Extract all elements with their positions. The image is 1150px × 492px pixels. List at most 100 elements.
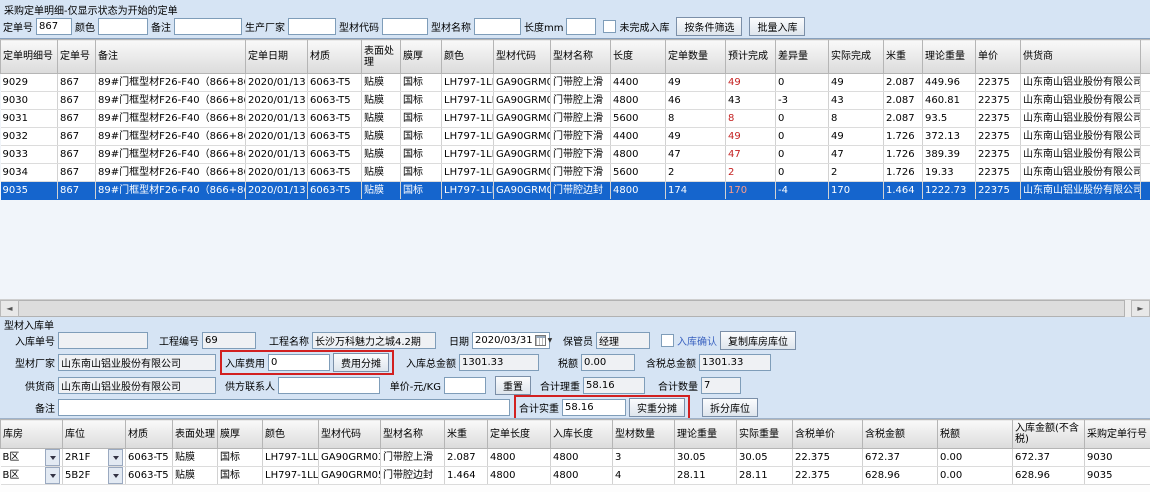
scroll-left-icon[interactable]: ◄ [0, 300, 19, 317]
copy-warehouse-location-button[interactable]: 复制库房库位 [720, 331, 796, 350]
cell: 贴膜 [362, 128, 401, 146]
split-location-button[interactable]: 拆分库位 [702, 398, 758, 417]
fee-input[interactable] [268, 354, 330, 371]
column-header[interactable]: 米重 [884, 40, 923, 74]
column-header[interactable]: 预计完成 [726, 40, 776, 74]
column-header[interactable]: 理论重量 [675, 420, 737, 449]
column-header[interactable]: 理论重量 [923, 40, 976, 74]
column-header[interactable]: 米重 [445, 420, 488, 449]
order-row[interactable]: 903186789#门框型材F26-F40（866+867）2020/01/13… [1, 110, 1150, 128]
column-header[interactable]: 定单日期 [246, 40, 308, 74]
column-header[interactable]: 采购定单行号 [1085, 420, 1150, 449]
order-row[interactable]: 903286789#门框型材F26-F40（866+867）2020/01/13… [1, 128, 1150, 146]
column-header[interactable]: 实际重量 [737, 420, 793, 449]
cell: 672.37 [863, 449, 938, 467]
remark-input[interactable] [174, 18, 242, 35]
dropdown-arrow-icon[interactable] [45, 467, 60, 484]
order-row[interactable]: 903086789#门框型材F26-F40（866+867）2020/01/13… [1, 92, 1150, 110]
column-header[interactable]: 差异量 [776, 40, 829, 74]
column-header[interactable]: 供货商 [1021, 40, 1141, 74]
fee-share-button[interactable]: 费用分摊 [333, 353, 389, 372]
column-header[interactable]: 定单明细号 [1, 40, 58, 74]
column-header[interactable]: 含税单价 [793, 420, 863, 449]
column-header[interactable]: 型材名称 [381, 420, 445, 449]
batch-inbound-button[interactable]: 批量入库 [749, 17, 805, 36]
horizontal-scrollbar[interactable]: ◄ ► [0, 299, 1150, 317]
cell: 9032 [1, 128, 58, 146]
theory-weight-field[interactable] [583, 377, 645, 394]
cell: 22375 [976, 110, 1021, 128]
color-input[interactable] [98, 18, 148, 35]
project-name-field[interactable] [312, 332, 436, 349]
note-input[interactable] [58, 399, 510, 416]
supplier-field[interactable] [58, 377, 216, 394]
column-header[interactable]: 颜色 [442, 40, 494, 74]
unfinished-checkbox[interactable] [603, 20, 616, 33]
column-header[interactable]: 颜色 [263, 420, 319, 449]
column-header[interactable]: 税额 [938, 420, 1013, 449]
filter-by-condition-button[interactable]: 按条件筛选 [676, 17, 742, 36]
manufacturer-input[interactable] [288, 18, 336, 35]
cell [1141, 146, 1150, 164]
total-amount-field[interactable] [459, 354, 539, 371]
dropdown-arrow-icon[interactable] [108, 449, 123, 466]
inbound-row[interactable]: B区2R1F6063-T5贴膜国标LH797-1LL0GA90GRM03门带腔上… [1, 449, 1150, 467]
column-header[interactable]: 入库长度 [551, 420, 613, 449]
column-header[interactable]: 含税金额 [863, 420, 938, 449]
order-row[interactable]: 903486789#门框型材F26-F40（866+867）2020/01/13… [1, 164, 1150, 182]
column-header[interactable]: 长度 [611, 40, 666, 74]
column-header[interactable]: 型材代码 [319, 420, 381, 449]
order-row[interactable]: 903386789#门框型材F26-F40（866+867）2020/01/13… [1, 146, 1150, 164]
column-header[interactable]: 实际完成 [829, 40, 884, 74]
inbound-no-field[interactable] [58, 332, 148, 349]
scrollbar-thumb[interactable] [19, 300, 1125, 317]
column-header[interactable]: 材质 [308, 40, 362, 74]
cell: 2020/01/13 [246, 128, 308, 146]
unit-price-input[interactable] [444, 377, 486, 394]
scroll-right-icon[interactable]: ► [1131, 300, 1150, 317]
date-picker[interactable]: 2020/03/31 ▼ [472, 332, 550, 349]
factory-field[interactable] [58, 354, 216, 371]
column-header[interactable]: 定单号 [58, 40, 96, 74]
column-header[interactable]: 库位 [63, 420, 126, 449]
column-header[interactable]: 膜厚 [218, 420, 263, 449]
column-header[interactable]: 膜厚 [401, 40, 442, 74]
dropdown-arrow-icon[interactable] [45, 449, 60, 466]
order-row[interactable]: 903586789#门框型材F26-F40（866+867）2020/01/13… [1, 182, 1150, 200]
column-header[interactable]: 型材数量 [613, 420, 675, 449]
column-header[interactable]: 表面处理 [362, 40, 401, 74]
project-no-field[interactable] [202, 332, 256, 349]
column-header[interactable]: 型材名称 [551, 40, 611, 74]
length-input[interactable] [566, 18, 596, 35]
contact-input[interactable] [278, 377, 380, 394]
reset-button[interactable]: 重置 [495, 376, 531, 395]
tax-field[interactable] [581, 354, 635, 371]
column-header[interactable]: 型材代码 [494, 40, 551, 74]
actual-weight-input[interactable] [562, 399, 626, 416]
order-no-input[interactable] [36, 18, 72, 35]
cell: GA90GRM04 [494, 128, 551, 146]
column-header[interactable]: 材质 [126, 420, 173, 449]
order-row[interactable]: 902986789#门框型材F26-F40（866+867）2020/01/13… [1, 74, 1150, 92]
total-with-tax-field[interactable] [699, 354, 771, 371]
column-header[interactable]: 定单数量 [666, 40, 726, 74]
date-dropdown-arrow-icon[interactable]: ▼ [548, 337, 553, 344]
column-header[interactable]: 单价 [976, 40, 1021, 74]
dropdown-arrow-icon[interactable] [108, 467, 123, 484]
column-header[interactable] [1141, 40, 1150, 74]
actual-weight-share-button[interactable]: 实重分摊 [629, 398, 685, 417]
length-label: 长度mm [524, 19, 563, 34]
column-header[interactable]: 表面处理 [173, 420, 218, 449]
keeper-field[interactable] [596, 332, 650, 349]
inbound-row[interactable]: B区5B2F6063-T5贴膜国标LH797-1LL0GA90GRM05门带腔边… [1, 467, 1150, 485]
profile-name-input[interactable] [474, 18, 521, 35]
column-header[interactable]: 定单长度 [488, 420, 551, 449]
column-header[interactable]: 库房 [1, 420, 63, 449]
cell: 山东南山铝业股份有限公司 [1021, 110, 1141, 128]
inbound-confirm-checkbox[interactable] [661, 334, 674, 347]
unfinished-checkbox-label: 未完成入库 [619, 19, 669, 34]
column-header[interactable]: 入库金额(不含税) [1013, 420, 1085, 449]
column-header[interactable]: 备注 [96, 40, 246, 74]
total-qty-field[interactable] [701, 377, 741, 394]
profile-code-input[interactable] [382, 18, 428, 35]
